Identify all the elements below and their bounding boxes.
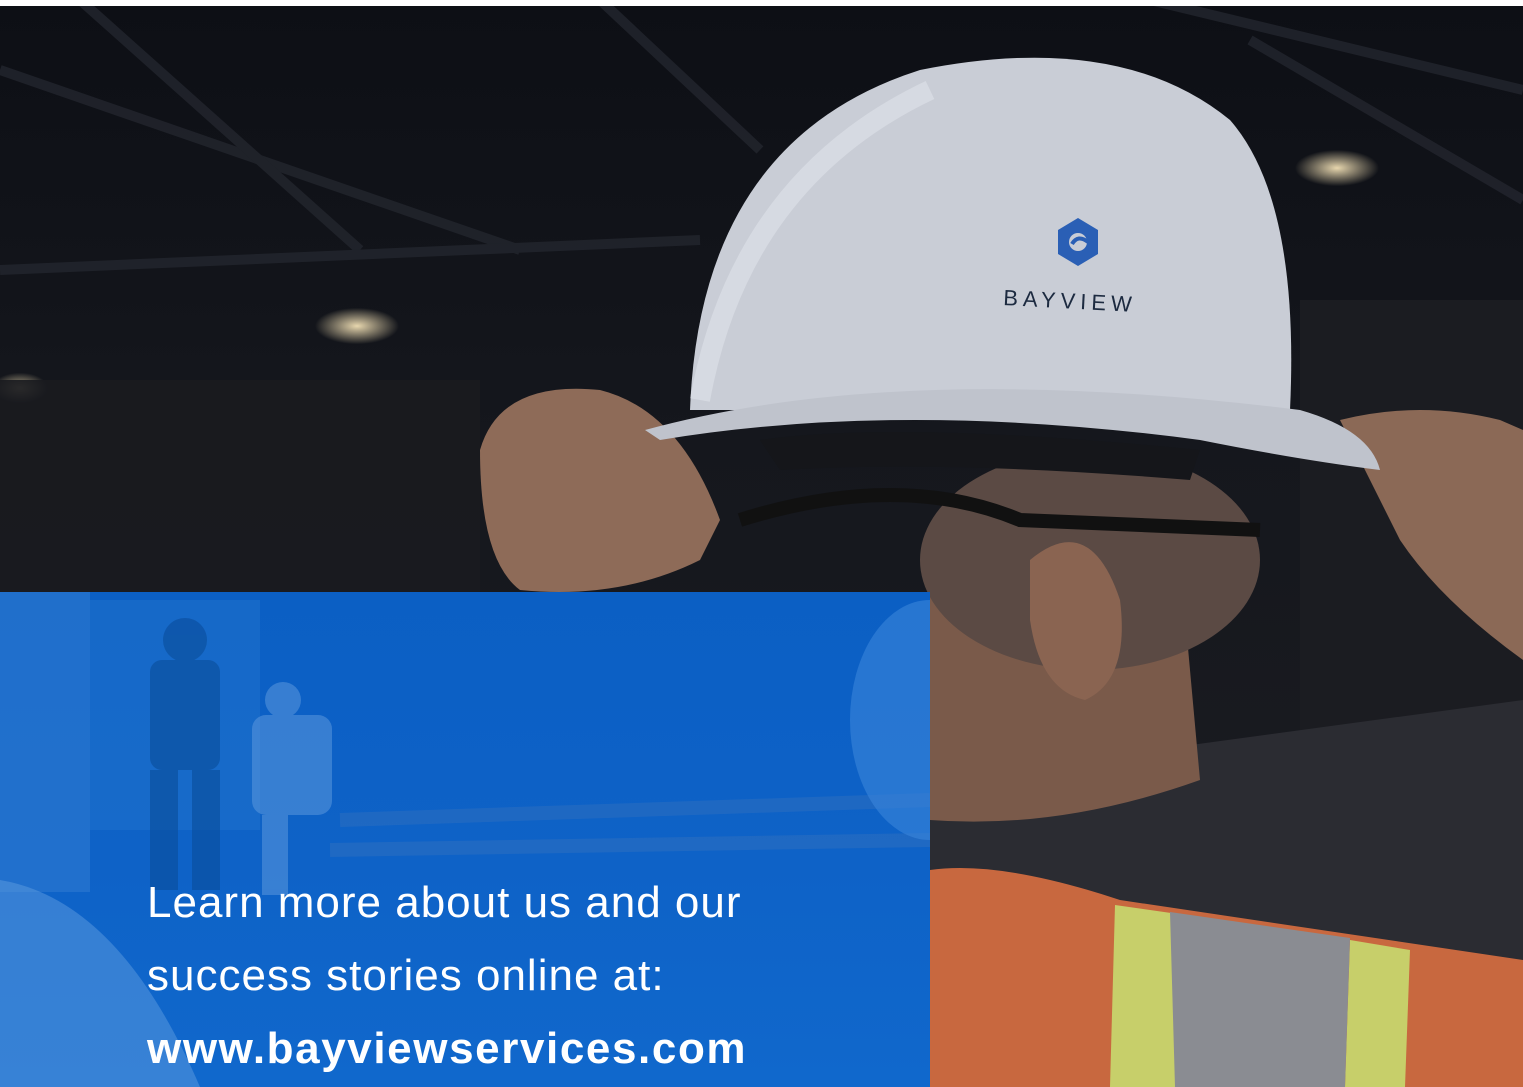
panel-line-1: Learn more about us and our [147,878,742,927]
page: BAYVIEW Learn more about us and our succ… [0,0,1523,1087]
panel-line-2: success stories online at: [147,951,665,1000]
panel-text: Learn more about us and our success stor… [147,866,747,1085]
website-link[interactable]: www.bayviewservices.com [147,1012,747,1085]
